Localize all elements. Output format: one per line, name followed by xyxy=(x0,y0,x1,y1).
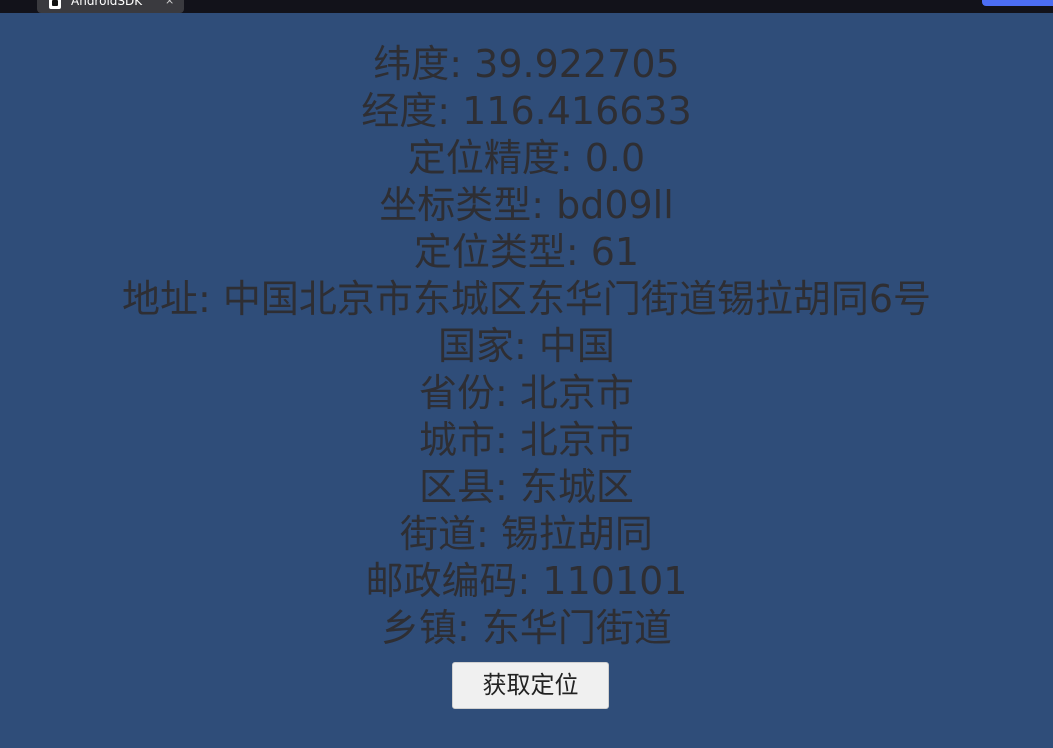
address-text: 地址: 中国北京市东城区东华门街道锡拉胡同6号 xyxy=(121,277,932,321)
country-text: 国家: 中国 xyxy=(438,324,615,368)
city-text: 城市: 北京市 xyxy=(419,418,634,462)
longitude-text: 经度: 116.416633 xyxy=(361,89,692,133)
street-text: 街道: 锡拉胡同 xyxy=(400,512,653,556)
get-location-button[interactable]: 获取定位 xyxy=(452,662,609,709)
tab-androidsdk[interactable]: AndroidSDK × xyxy=(37,0,184,13)
location-info-list: 纬度: 39.922705 经度: 116.416633 定位精度: 0.0 坐… xyxy=(0,41,1053,652)
district-text: 区县: 东城区 xyxy=(419,465,634,509)
postal-code-text: 邮政编码: 110101 xyxy=(365,559,688,603)
corner-badge[interactable] xyxy=(982,0,1053,6)
accuracy-text: 定位精度: 0.0 xyxy=(407,136,646,180)
province-text: 省份: 北京市 xyxy=(419,371,634,415)
latitude-text: 纬度: 39.922705 xyxy=(373,42,680,86)
coordinate-type-text: 坐标类型: bd09ll xyxy=(379,183,674,227)
town-text: 乡镇: 东华门街道 xyxy=(381,606,672,650)
app-icon xyxy=(49,0,61,9)
window-top-bar: AndroidSDK × xyxy=(0,0,1053,13)
tab-title: AndroidSDK xyxy=(71,0,143,8)
location-type-text: 定位类型: 61 xyxy=(413,230,640,274)
close-icon[interactable]: × xyxy=(165,0,174,8)
